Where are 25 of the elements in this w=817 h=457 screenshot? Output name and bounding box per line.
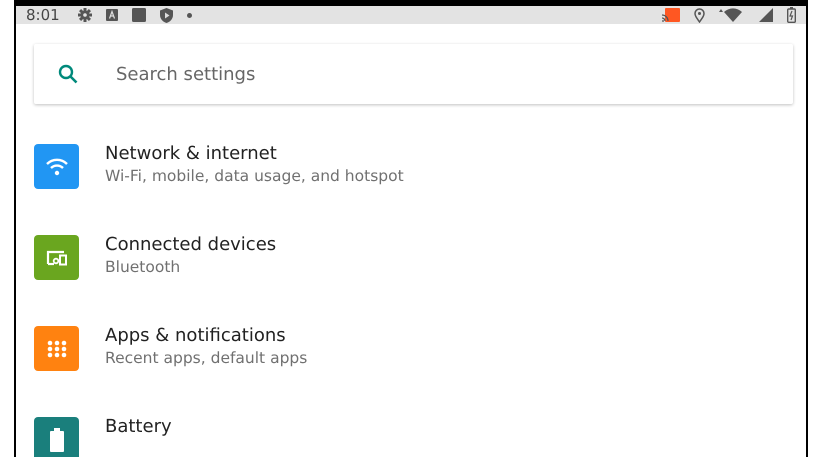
location-pin-icon <box>694 8 705 22</box>
status-time: 8:01 <box>26 6 60 24</box>
settings-item[interactable]: Battery <box>16 408 806 457</box>
dot-icon <box>186 12 192 18</box>
item-subtitle: Wi-Fi, mobile, data usage, and hotspot <box>105 167 404 185</box>
settings-item[interactable]: Connected devices Bluetooth <box>16 226 806 317</box>
search-icon <box>58 64 78 84</box>
battery-icon <box>50 428 64 452</box>
settings-item[interactable]: Network & internet Wi-Fi, mobile, data usage, and hotspot <box>16 135 806 226</box>
item-title: Apps & notifications <box>105 325 287 346</box>
item-title: Network & internet <box>105 143 278 164</box>
wifi-icon <box>44 156 68 176</box>
item-title: Battery <box>105 416 172 437</box>
item-subtitle: Recent apps, default apps <box>105 349 308 367</box>
grid-icon <box>46 340 66 358</box>
search-field[interactable]: Search settings <box>114 62 769 86</box>
cell-signal-icon <box>759 8 773 22</box>
battery-charging-icon <box>787 7 796 23</box>
square-icon <box>132 8 146 22</box>
settings-item[interactable]: Apps & notifications Recent apps, default apps <box>16 317 806 408</box>
wifi-signal-icon <box>719 8 745 22</box>
cast-icon <box>662 8 680 22</box>
item-title: Connected devices <box>105 234 276 255</box>
letter-tile-icon <box>106 9 118 21</box>
item-subtitle: Bluetooth <box>105 258 182 276</box>
